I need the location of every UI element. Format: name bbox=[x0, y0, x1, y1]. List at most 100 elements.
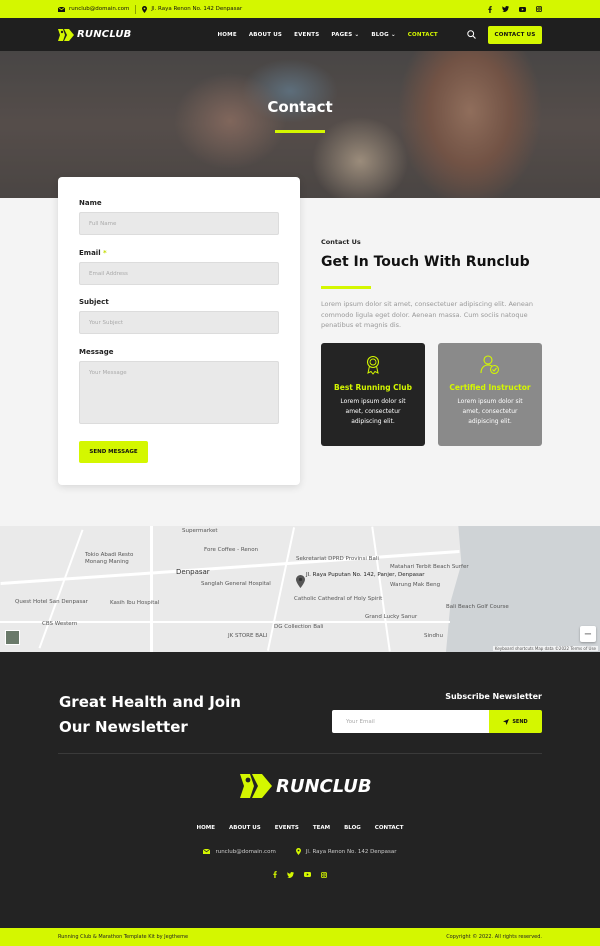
footer-logo-text: RUNCLUB bbox=[276, 775, 372, 797]
chevron-down-icon: ⌄ bbox=[354, 31, 360, 38]
logo[interactable]: RUNCLUB bbox=[58, 28, 132, 41]
footer-nav-about[interactable]: ABOUT US bbox=[229, 825, 261, 831]
map-label: Sindhu bbox=[424, 633, 443, 639]
email-input[interactable]: Email Address bbox=[79, 262, 279, 285]
newsletter-headline-line-1: Great Health and Join bbox=[59, 693, 241, 711]
map-pin-icon bbox=[295, 848, 301, 855]
map-sea bbox=[446, 526, 600, 652]
subject-label: Subject bbox=[79, 298, 109, 306]
message-label: Message bbox=[79, 348, 114, 356]
map-label: Warung Mak Beng bbox=[390, 582, 441, 588]
nav-item-events[interactable]: EVENTS bbox=[294, 32, 319, 38]
map-label: Kasih Ibu Hospital bbox=[110, 600, 160, 606]
footer-contact: runclub@domain.com Jl. Raya Renon No. 14… bbox=[0, 848, 600, 855]
map-road bbox=[371, 526, 391, 652]
template-credit[interactable]: Running Club & Marathon Template Kit by … bbox=[58, 934, 188, 940]
map-road bbox=[150, 526, 153, 652]
nav-item-about[interactable]: ABOUT US bbox=[249, 32, 282, 38]
map-label: DG Collection Bali bbox=[274, 624, 324, 630]
footer-nav-home[interactable]: HOME bbox=[197, 825, 216, 831]
footer: Great Health and Join Our Newsletter Sub… bbox=[0, 652, 600, 928]
feature-description: Lorem ipsum dolor sit amet, consectetur … bbox=[457, 398, 523, 425]
hero-overlay bbox=[0, 51, 600, 198]
contact-form: Name Full Name Email * Email Address Sub… bbox=[58, 177, 300, 485]
required-mark: * bbox=[103, 249, 107, 257]
footer-nav-team[interactable]: TEAM bbox=[313, 825, 330, 831]
title-underline bbox=[321, 286, 371, 289]
runclub-logo-icon bbox=[240, 774, 272, 798]
map-label: JK STORE BALI bbox=[228, 633, 268, 639]
hero-banner: Contact bbox=[0, 51, 600, 198]
instagram-icon[interactable] bbox=[536, 6, 542, 12]
newsletter-headline: Great Health and Join Our Newsletter bbox=[59, 690, 241, 740]
map-label: Supermarket bbox=[182, 528, 218, 534]
map-label: Grand Lucky Sanur bbox=[365, 614, 418, 620]
feature-card-instructor: Certified Instructor Lorem ipsum dolor s… bbox=[438, 343, 542, 446]
footer-menu: HOME ABOUT US EVENTS TEAM BLOG CONTACT bbox=[0, 825, 600, 831]
twitter-icon[interactable] bbox=[502, 6, 509, 12]
nav-item-blog[interactable]: BLOG ⌄ bbox=[371, 32, 395, 38]
main-nav: RUNCLUB HOME ABOUT US EVENTS PAGES ⌄ BLO… bbox=[0, 18, 600, 51]
mail-icon bbox=[58, 6, 65, 12]
send-message-button[interactable]: SEND MESSAGE bbox=[79, 441, 148, 463]
map-attribution: Keyboard shortcuts Map data ©2022 Terms … bbox=[492, 646, 598, 651]
map-satellite-toggle[interactable] bbox=[5, 630, 20, 645]
page-title: Contact bbox=[267, 98, 333, 116]
topbar-socials bbox=[488, 5, 542, 13]
map-label: Sanglah General Hospital bbox=[201, 581, 271, 587]
facebook-icon[interactable] bbox=[273, 871, 277, 878]
nav-item-pages-label: PAGES bbox=[331, 31, 353, 38]
footer-logo[interactable]: RUNCLUB bbox=[240, 774, 372, 798]
map-marker-icon[interactable] bbox=[296, 573, 305, 592]
mail-icon bbox=[203, 849, 211, 854]
name-label: Name bbox=[79, 199, 102, 207]
youtube-icon[interactable] bbox=[519, 6, 526, 12]
contact-us-button[interactable]: CONTACT US bbox=[488, 25, 542, 44]
bottom-bar: Running Club & Marathon Template Kit by … bbox=[0, 928, 600, 946]
subject-input[interactable]: Your Subject bbox=[79, 311, 279, 334]
footer-email-text: runclub@domain.com bbox=[215, 848, 276, 855]
footer-email[interactable]: runclub@domain.com bbox=[203, 848, 276, 855]
footer-nav-blog[interactable]: BLOG bbox=[344, 825, 361, 831]
section-description: Lorem ipsum dolor sit amet, consectetuer… bbox=[321, 300, 534, 329]
name-input[interactable]: Full Name bbox=[79, 212, 279, 235]
paper-plane-icon bbox=[503, 718, 510, 725]
logo-text: RUNCLUB bbox=[77, 29, 132, 40]
youtube-icon[interactable] bbox=[304, 871, 311, 878]
map-zoom-out-button[interactable]: − bbox=[580, 626, 596, 642]
message-textarea[interactable]: Your Message bbox=[79, 361, 279, 424]
newsletter-headline-line-2: Our Newsletter bbox=[59, 718, 188, 736]
footer-nav-events[interactable]: EVENTS bbox=[275, 825, 299, 831]
copyright: Copyright © 2022. All rights reserved. bbox=[446, 934, 542, 940]
email-label: Email * bbox=[79, 249, 107, 257]
facebook-icon[interactable] bbox=[488, 5, 492, 13]
divider bbox=[58, 753, 542, 754]
map-label: Sekretariat DPRD Provinsi Bali bbox=[296, 556, 379, 562]
newsletter-send-label: SEND bbox=[512, 718, 528, 725]
map-road bbox=[38, 529, 84, 649]
map-label: Catholic Cathedral of Holy Spirit bbox=[294, 596, 383, 602]
topbar-address: Jl. Raya Renon No. 142 Denpasar bbox=[142, 5, 242, 13]
footer-socials bbox=[0, 871, 600, 878]
map-label: Bali Beach Golf Course bbox=[446, 604, 509, 610]
feature-description: Lorem ipsum dolor sit amet, consectetur … bbox=[340, 398, 406, 425]
search-icon[interactable] bbox=[467, 30, 476, 39]
instagram-icon[interactable] bbox=[321, 871, 327, 878]
footer-address-text: Jl. Raya Renon No. 142 Denpasar bbox=[305, 848, 397, 855]
topbar-email[interactable]: runclub@domain.com bbox=[58, 6, 129, 12]
nav-item-pages[interactable]: PAGES ⌄ bbox=[331, 32, 359, 38]
runclub-logo-icon bbox=[58, 28, 74, 41]
map-label: Denpasar bbox=[176, 568, 210, 576]
section-title: Get In Touch With Runclub bbox=[321, 254, 530, 270]
location-map[interactable]: Supermarket Fore Coffee - Renon Tokio Ab… bbox=[0, 526, 600, 652]
section-kicker: Contact Us bbox=[321, 238, 361, 246]
map-pin-icon bbox=[142, 5, 148, 13]
feature-card-best-club: Best Running Club Lorem ipsum dolor sit … bbox=[321, 343, 425, 446]
newsletter-send-button[interactable]: SEND bbox=[489, 710, 542, 733]
nav-item-blog-label: BLOG bbox=[371, 31, 389, 38]
nav-item-contact[interactable]: CONTACT bbox=[408, 32, 438, 38]
nav-item-home[interactable]: HOME bbox=[218, 32, 237, 38]
footer-nav-contact[interactable]: CONTACT bbox=[375, 825, 404, 831]
twitter-icon[interactable] bbox=[287, 871, 294, 878]
newsletter-email-input[interactable]: Your Email bbox=[332, 710, 489, 733]
